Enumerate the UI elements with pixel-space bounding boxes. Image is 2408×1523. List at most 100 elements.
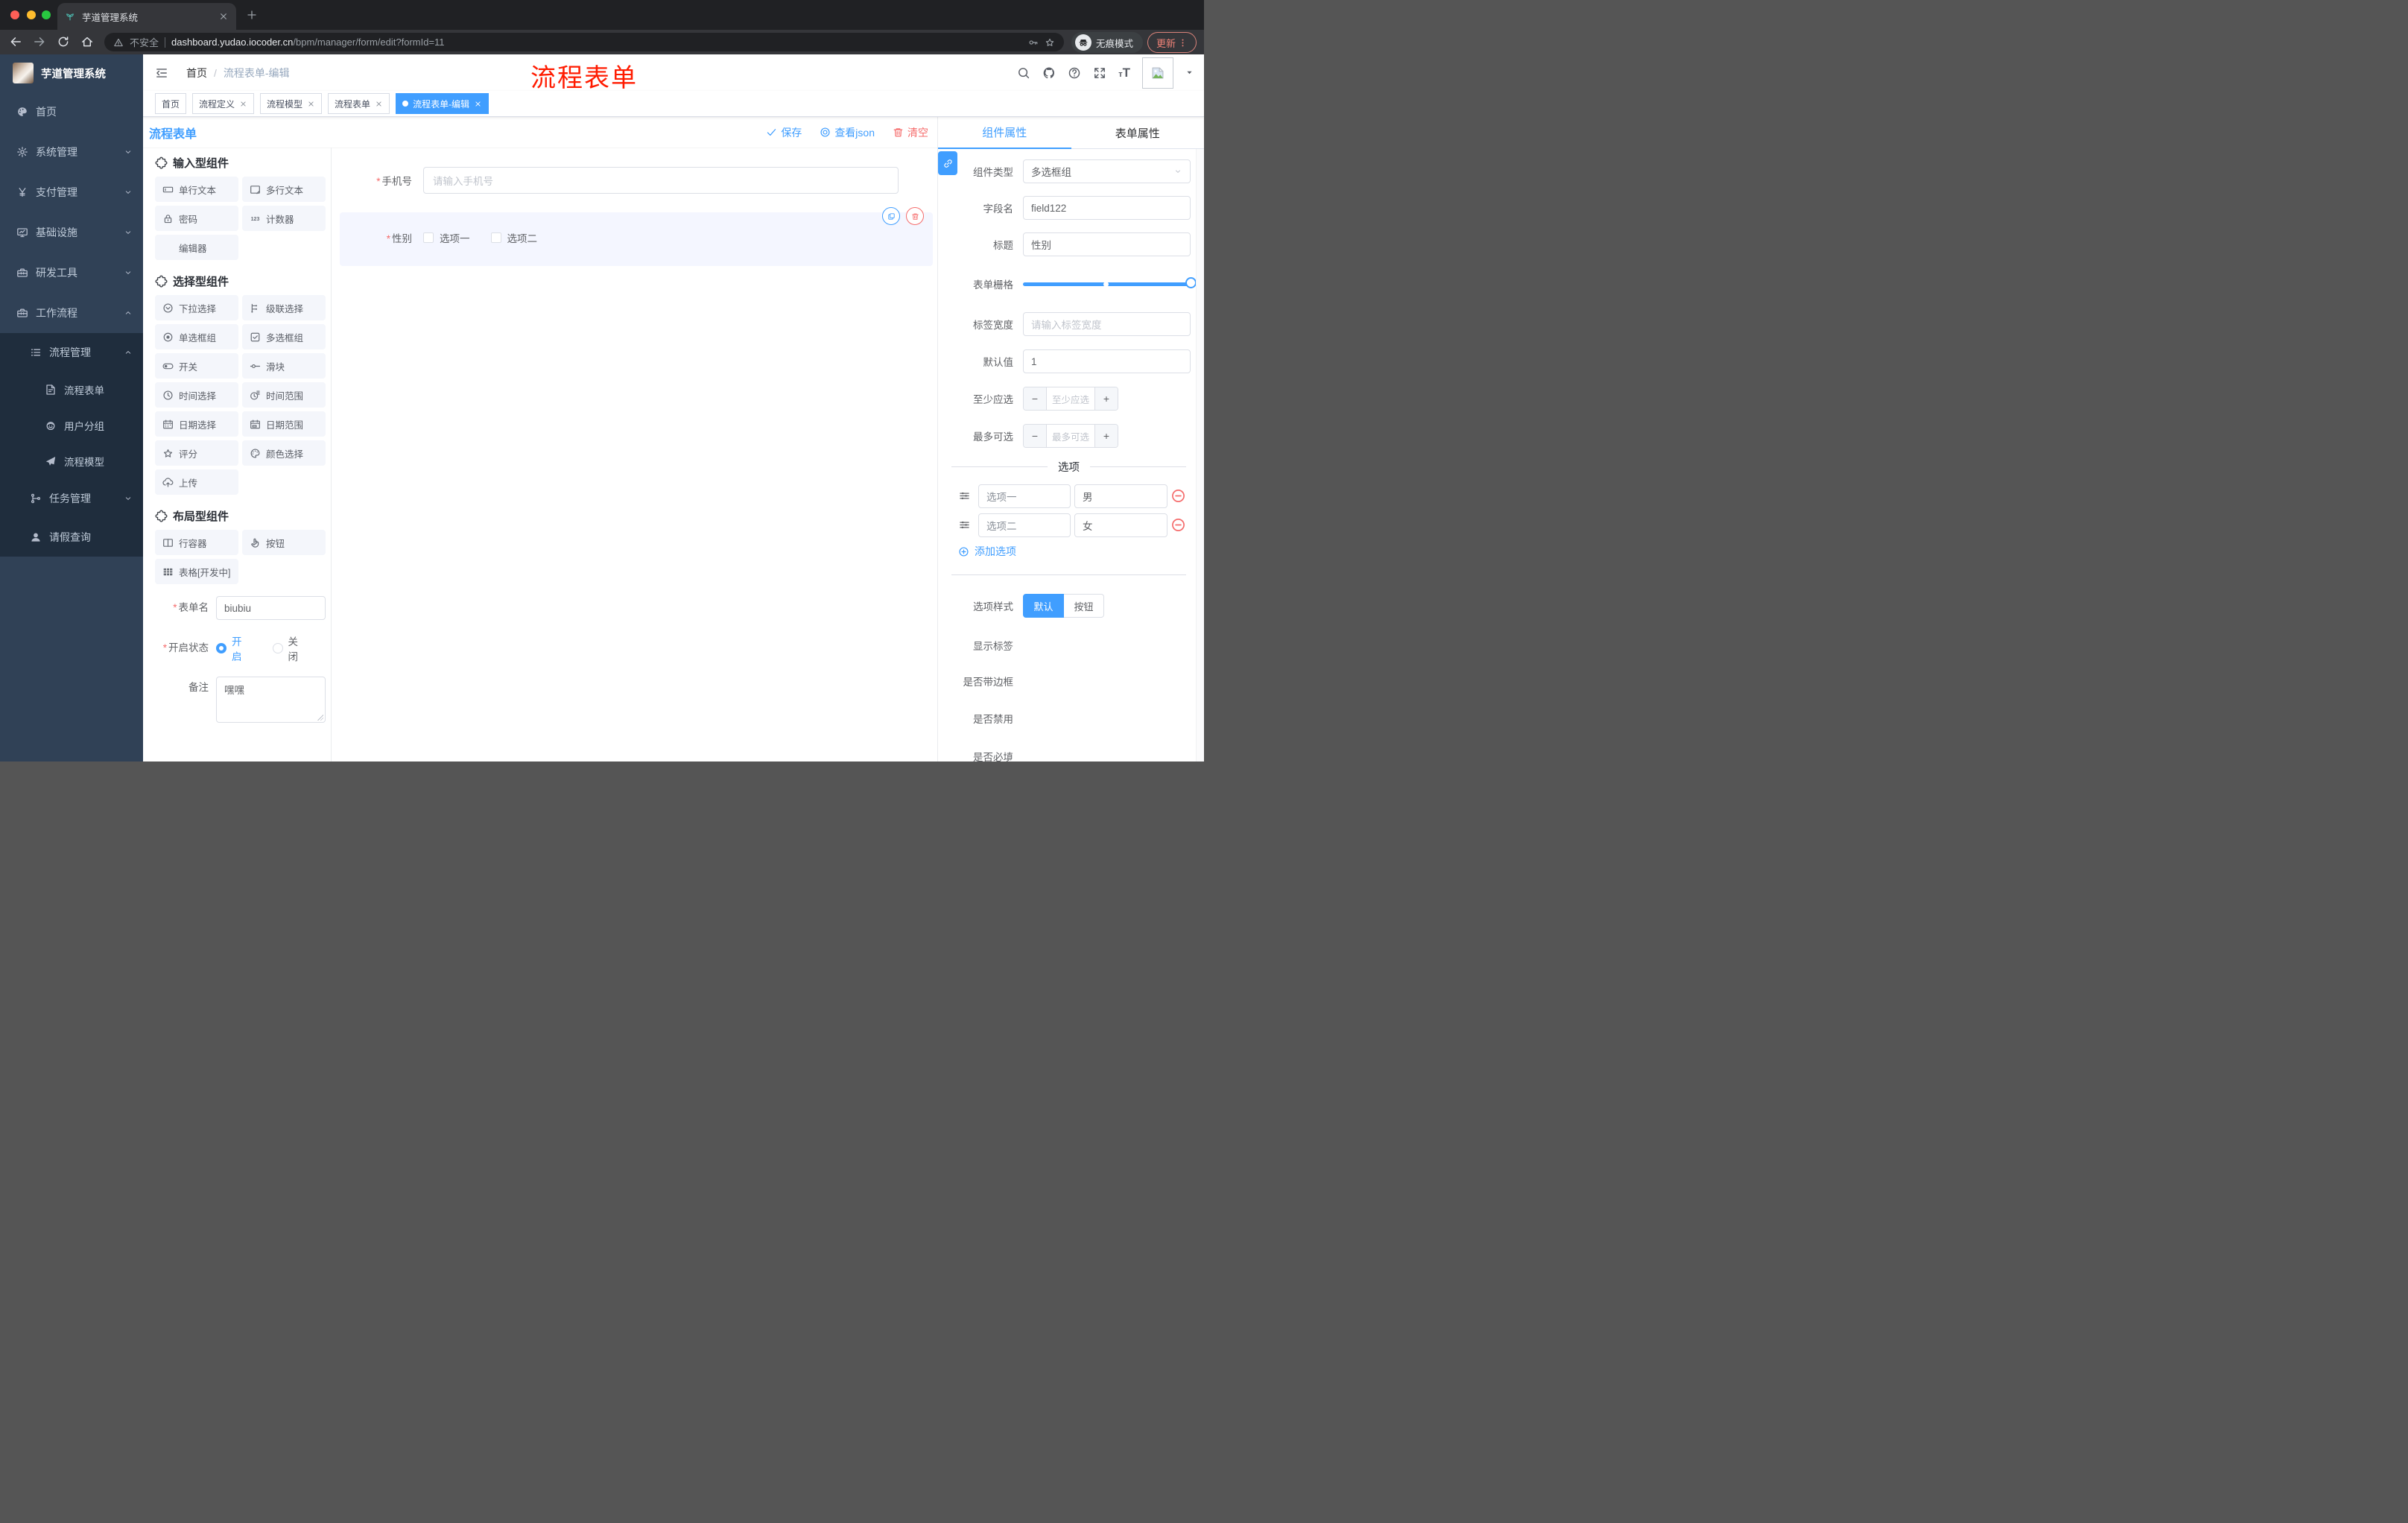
url-bar[interactable]: 不安全 dashboard.yudao.iocoder.cn/bpm/manag… (104, 33, 1064, 51)
drag-handle-icon[interactable] (959, 490, 970, 501)
status-radio-on[interactable] (216, 643, 226, 653)
close-icon[interactable] (307, 100, 315, 108)
tag-process-form[interactable]: 流程表单 (328, 93, 390, 114)
max-select-input[interactable]: 最多可选 (1047, 425, 1094, 447)
tag-process-model[interactable]: 流程模型 (260, 93, 323, 114)
back-button[interactable] (9, 35, 22, 48)
sidebar-item-home[interactable]: 首页 (0, 92, 143, 132)
drag-handle-icon[interactable] (959, 519, 970, 531)
component-radio-group[interactable]: 单选框组 (155, 324, 238, 349)
component-row-container[interactable]: 行容器 (155, 530, 238, 555)
sidebar-item-process-form[interactable]: 流程表单 (0, 372, 143, 408)
add-option-button[interactable]: 添加选项 (958, 544, 1016, 559)
sidebar-item-user-group[interactable]: 用户分组 (0, 408, 143, 443)
sidebar-item-system[interactable]: 系统管理 (0, 132, 143, 172)
scrollbar-gutter[interactable] (1196, 149, 1204, 762)
component-checkbox-group[interactable]: 多选框组 (242, 324, 326, 349)
minimize-window-button[interactable] (27, 10, 36, 19)
tab-form-props[interactable]: 表单属性 (1071, 117, 1204, 149)
component-time-range[interactable]: 时间范围 (242, 382, 326, 408)
component-type-select[interactable]: 多选框组 (1023, 159, 1191, 183)
panel-drag-handle[interactable] (938, 151, 957, 175)
field-name-input[interactable]: field122 (1023, 196, 1191, 220)
search-icon[interactable] (1017, 66, 1030, 80)
component-slider[interactable]: 滑块 (242, 353, 326, 379)
forward-button[interactable] (33, 35, 46, 48)
view-json-button[interactable]: 查看json (820, 125, 875, 140)
component-upload[interactable]: 上传 (155, 469, 238, 495)
save-button[interactable]: 保存 (766, 125, 802, 140)
update-browser-button[interactable]: 更新 (1147, 32, 1197, 53)
form-grid-slider[interactable] (1023, 272, 1197, 296)
component-single-line-text[interactable]: 单行文本 (155, 177, 238, 202)
password-manager-icon[interactable] (1028, 37, 1039, 48)
clear-button[interactable]: 清空 (893, 125, 928, 140)
sidebar-item-process-management[interactable]: 流程管理 (0, 333, 143, 372)
close-icon[interactable] (239, 100, 247, 108)
tag-process-form-edit[interactable]: 流程表单-编辑 (396, 93, 489, 114)
component-rate[interactable]: 评分 (155, 440, 238, 466)
help-icon[interactable] (1068, 66, 1081, 80)
component-button[interactable]: 按钮 (242, 530, 326, 555)
zoom-window-button[interactable] (42, 10, 51, 19)
font-size-icon[interactable]: тT (1118, 66, 1130, 79)
status-radio-off[interactable] (272, 643, 283, 653)
tag-home[interactable]: 首页 (155, 93, 187, 114)
sidebar-item-process-model[interactable]: 流程模型 (0, 443, 143, 479)
avatar[interactable] (1142, 57, 1173, 89)
increase-button[interactable]: + (1094, 425, 1118, 447)
tab-component-props[interactable]: 组件属性 (938, 117, 1071, 149)
close-icon[interactable] (474, 100, 482, 108)
remove-option-icon[interactable] (1170, 488, 1186, 504)
new-tab-button[interactable] (246, 9, 258, 21)
increase-button[interactable]: + (1094, 387, 1118, 410)
browser-tab[interactable]: 芋道管理系统 (57, 3, 236, 30)
sidebar-item-workflow[interactable]: 工作流程 (0, 293, 143, 333)
option-1-value-input[interactable]: 男 (1074, 484, 1167, 508)
github-icon[interactable] (1042, 66, 1056, 80)
option-1-label-input[interactable]: 选项一 (978, 484, 1071, 508)
component-password[interactable]: 密码 (155, 206, 238, 231)
form-remark-textarea[interactable]: 嘿嘿 (216, 677, 326, 723)
sidebar-collapse-icon[interactable] (155, 66, 168, 80)
checkbox-option-1[interactable] (423, 232, 434, 243)
label-width-input[interactable]: 请输入标签宽度 (1023, 312, 1191, 336)
tab-close-icon[interactable] (218, 11, 229, 22)
sidebar-item-leave-query[interactable]: 请假查询 (0, 518, 143, 557)
close-window-button[interactable] (10, 10, 19, 19)
sidebar-item-payment[interactable]: 支付管理 (0, 172, 143, 212)
style-button-button[interactable]: 按钮 (1064, 594, 1104, 618)
component-color-picker[interactable]: 颜色选择 (242, 440, 326, 466)
tag-process-definition[interactable]: 流程定义 (192, 93, 255, 114)
browser-menu-icon[interactable] (1178, 38, 1188, 48)
fullscreen-icon[interactable] (1093, 66, 1106, 80)
style-default-button[interactable]: 默认 (1023, 594, 1064, 618)
close-icon[interactable] (375, 100, 383, 108)
bookmark-icon[interactable] (1045, 37, 1055, 48)
avatar-caret-icon[interactable] (1185, 69, 1194, 77)
component-time-picker[interactable]: 时间选择 (155, 382, 238, 408)
slider-knob[interactable] (1185, 276, 1197, 288)
component-date-range[interactable]: 日期范围 (242, 411, 326, 437)
reload-button[interactable] (57, 35, 70, 48)
component-date-picker[interactable]: 日期选择 (155, 411, 238, 437)
form-name-input[interactable]: biubiu (216, 596, 326, 620)
decrease-button[interactable]: − (1024, 425, 1047, 447)
component-editor[interactable]: 编辑器 (155, 235, 238, 260)
decrease-button[interactable]: − (1024, 387, 1047, 410)
sidebar-item-devtools[interactable]: 研发工具 (0, 253, 143, 293)
delete-component-button[interactable] (906, 207, 924, 225)
remove-option-icon[interactable] (1170, 517, 1186, 533)
component-multi-line-text[interactable]: 多行文本 (242, 177, 326, 202)
sidebar-item-task-management[interactable]: 任务管理 (0, 479, 143, 518)
component-switch[interactable]: 开关 (155, 353, 238, 379)
form-canvas[interactable]: * 手机号 请输入手机号 * 性别 选项一 选项二 (332, 148, 937, 762)
sidebar-item-infrastructure[interactable]: 基础设施 (0, 212, 143, 253)
default-value-input[interactable]: 1 (1023, 349, 1191, 373)
min-select-input[interactable]: 至少应选 (1047, 387, 1094, 410)
duplicate-component-button[interactable] (882, 207, 900, 225)
component-counter[interactable]: 123 计数器 (242, 206, 326, 231)
component-table[interactable]: 表格[开发中] (155, 559, 238, 584)
checkbox-option-2[interactable] (490, 232, 501, 243)
resize-handle[interactable] (317, 715, 323, 721)
